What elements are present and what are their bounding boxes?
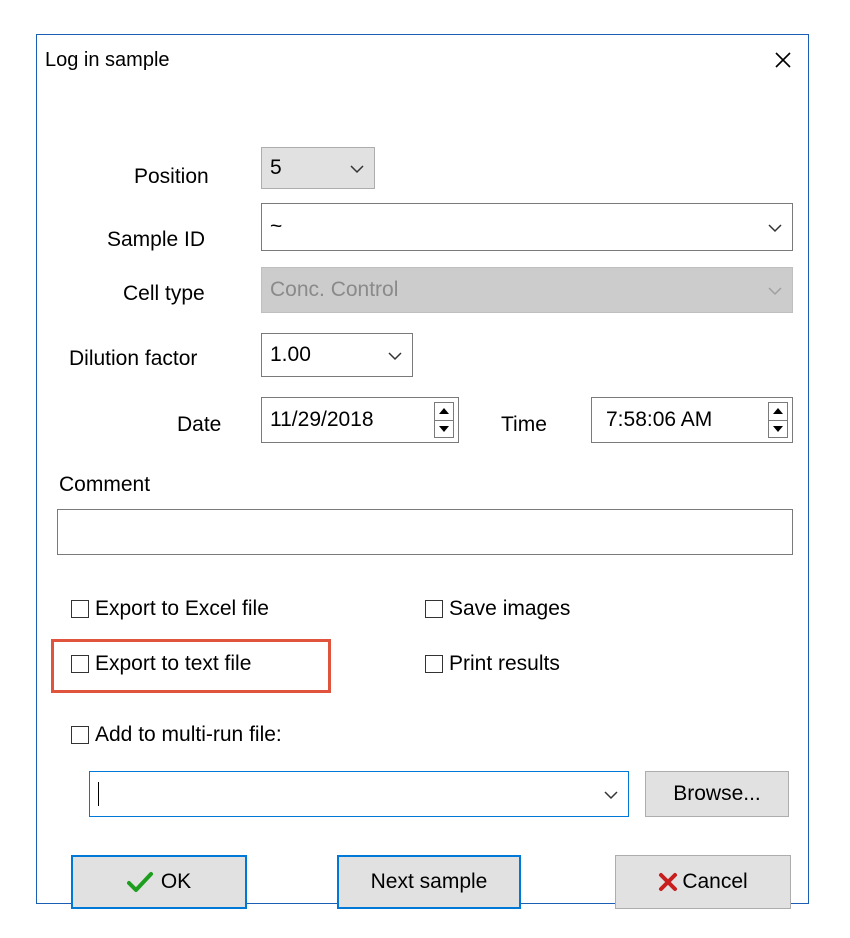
chevron-down-icon — [350, 165, 364, 174]
date-spin-up-button[interactable] — [435, 403, 453, 420]
print-results-checkbox[interactable]: Print results — [425, 652, 560, 676]
time-spinner — [768, 402, 788, 438]
dialog-body: Position 5 Sample ID ~ Cell type Conc. C… — [37, 85, 808, 909]
next-sample-button[interactable]: Next sample — [337, 855, 521, 909]
dilution-factor-combobox[interactable]: 1.00 — [261, 333, 413, 377]
browse-button-label: Browse... — [673, 782, 761, 805]
log-in-sample-dialog: Log in sample Position 5 Sample ID ~ Cel… — [36, 34, 809, 909]
sample-id-value: ~ — [270, 215, 283, 238]
browse-button[interactable]: Browse... — [645, 771, 789, 817]
cancel-button[interactable]: Cancel — [615, 855, 791, 909]
checkbox-box — [71, 600, 89, 618]
multi-run-label: Add to multi-run file: — [95, 723, 282, 746]
ok-button-label: OK — [160, 870, 192, 893]
triangle-up-icon — [773, 408, 783, 415]
triangle-down-icon — [439, 425, 449, 432]
time-value: 7:58:06 AM — [606, 408, 713, 431]
next-sample-button-label: Next sample — [370, 870, 488, 893]
position-select[interactable]: 5 — [261, 147, 375, 189]
multi-run-checkbox[interactable]: Add to multi-run file: — [71, 723, 282, 747]
ok-button[interactable]: OK — [71, 855, 247, 909]
checkbox-box — [425, 655, 443, 673]
close-icon — [775, 52, 791, 68]
export-excel-label: Export to Excel file — [95, 597, 269, 620]
chevron-down-icon — [388, 352, 402, 361]
text-caret — [98, 782, 99, 806]
chevron-down-icon — [604, 791, 618, 800]
title-bar: Log in sample — [37, 35, 808, 85]
position-label: Position — [134, 165, 209, 188]
checkbox-box — [71, 726, 89, 744]
comment-input[interactable] — [57, 509, 793, 555]
cell-type-value: Conc. Control — [270, 278, 399, 301]
triangle-down-icon — [773, 425, 783, 432]
checkmark-icon — [126, 871, 153, 893]
x-icon — [658, 872, 678, 892]
export-text-checkbox[interactable]: Export to text file — [71, 652, 251, 676]
date-value: 11/29/2018 — [270, 408, 374, 431]
chevron-down-icon — [768, 224, 782, 233]
export-excel-checkbox[interactable]: Export to Excel file — [71, 597, 269, 621]
date-spinner — [434, 402, 454, 438]
cell-type-select: Conc. Control — [261, 267, 793, 313]
date-label: Date — [177, 413, 222, 436]
dilution-factor-value: 1.00 — [270, 343, 311, 366]
checkbox-box — [71, 655, 89, 673]
sample-id-label: Sample ID — [107, 228, 206, 251]
time-spin-down-button[interactable] — [769, 419, 787, 438]
position-value: 5 — [270, 156, 282, 179]
chevron-down-icon — [768, 287, 782, 296]
comment-label: Comment — [59, 473, 151, 496]
triangle-up-icon — [439, 408, 449, 415]
save-images-checkbox[interactable]: Save images — [425, 597, 570, 621]
checkbox-box — [425, 600, 443, 618]
time-label: Time — [501, 413, 547, 436]
print-results-label: Print results — [449, 652, 560, 675]
date-picker[interactable]: 11/29/2018 — [261, 397, 459, 443]
export-text-label: Export to text file — [95, 652, 252, 675]
cell-type-label: Cell type — [123, 282, 205, 305]
multi-run-file-combobox[interactable] — [89, 771, 629, 817]
close-button[interactable] — [758, 35, 808, 85]
save-images-label: Save images — [449, 597, 571, 620]
dilution-factor-label: Dilution factor — [69, 347, 198, 370]
time-picker[interactable]: 7:58:06 AM — [591, 397, 793, 443]
sample-id-combobox[interactable]: ~ — [261, 203, 793, 251]
date-spin-down-button[interactable] — [435, 419, 453, 438]
cancel-button-label: Cancel — [682, 870, 748, 893]
window-title: Log in sample — [45, 49, 170, 71]
time-spin-up-button[interactable] — [769, 403, 787, 420]
